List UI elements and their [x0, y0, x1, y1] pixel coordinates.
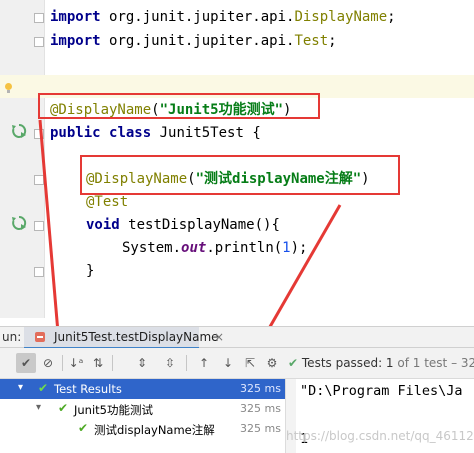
println-arg: 1 — [282, 240, 291, 256]
semicolon: ; — [387, 9, 396, 25]
previous-test-button[interactable]: ↑ — [194, 353, 214, 373]
test-results-tree[interactable]: ▾ ✔ Test Results 325 ms ▾ ✔ Junit5功能测试 3… — [0, 379, 286, 453]
chevron-down-icon[interactable]: ▾ — [18, 382, 23, 393]
status-prefix: Tests passed: — [301, 356, 386, 370]
close-brace: } — [86, 263, 95, 279]
show-passed-button[interactable]: ✔ — [16, 353, 36, 373]
toolbar-separator — [186, 355, 187, 371]
passed-icon: ✔ — [38, 381, 49, 395]
show-ignored-button[interactable]: ⊘ — [38, 353, 58, 373]
junit-icon — [34, 331, 46, 346]
intention-bulb-icon[interactable] — [4, 80, 13, 93]
passed-check-icon: ✔ — [288, 356, 299, 370]
keyword-void: void — [86, 217, 120, 233]
tree-label: Test Results — [54, 382, 122, 396]
gear-icon: ⚙ — [266, 356, 278, 370]
code-editor[interactable]: import org.junit.jupiter.api.DisplayName… — [0, 0, 474, 318]
close-tab-icon[interactable]: × — [214, 330, 224, 344]
sort-duration-icon: ⇅ — [92, 356, 104, 370]
arrow-down-icon: ↓ — [222, 356, 234, 370]
run-test-method-icon[interactable] — [11, 215, 27, 231]
toolbar-separator — [112, 355, 113, 371]
semicolon: ; — [328, 33, 337, 49]
expand-all-icon: ⇕ — [136, 356, 148, 370]
tree-duration: 325 ms — [240, 402, 281, 415]
highlight-box-method-annotation — [80, 155, 400, 195]
tree-duration: 325 ms — [240, 422, 281, 435]
tree-row-class[interactable]: ▾ ✔ Junit5功能测试 325 ms — [0, 399, 285, 419]
toolbar-separator — [62, 355, 63, 371]
code-line-test-annotation: @Test — [0, 190, 474, 213]
collapse-all-button[interactable]: ⇳ — [160, 353, 180, 373]
fold-marker[interactable] — [34, 175, 44, 185]
system-class: System. — [122, 240, 182, 256]
sort-alpha-icon: ↓ᵃ — [68, 356, 84, 370]
arrow-up-icon: ↑ — [198, 356, 210, 370]
chevron-down-icon[interactable]: ▾ — [36, 402, 41, 413]
method-signature: testDisplayName(){ — [128, 217, 280, 233]
code-line-method-decl: void testDisplayName(){ — [0, 213, 474, 236]
code-line-println: System.out.println(1); — [0, 236, 474, 259]
console-line: "D:\Program Files\Ja — [300, 383, 463, 399]
highlight-box-class-annotation — [38, 93, 320, 119]
sort-duration-button[interactable]: ⇅ — [88, 353, 108, 373]
println-call: .println( — [206, 240, 283, 256]
code-line-import-test: import org.junit.jupiter.api.Test; — [0, 29, 474, 52]
expand-all-button[interactable]: ⇕ — [132, 353, 152, 373]
run-tab-bar: un: Junit5Test.testDisplayName × — [0, 326, 474, 349]
run-label: un: — [2, 330, 22, 344]
code-line-import-displayname: import org.junit.jupiter.api.DisplayName… — [0, 5, 474, 28]
watermark: https://blog.csdn.net/qq_46112274 — [286, 429, 474, 443]
tree-label: 测试displayName注解 — [94, 423, 215, 437]
collapse-all-icon: ⇳ — [164, 356, 176, 370]
checkmark-icon: ✔ — [20, 356, 32, 370]
code-line-class-decl: public class Junit5Test { — [0, 121, 474, 144]
tree-duration: 325 ms — [240, 382, 281, 395]
fold-marker[interactable] — [34, 221, 44, 231]
test-status: ✔ Tests passed: 1 of 1 test – 32 — [288, 356, 474, 370]
out-field: out — [181, 240, 207, 256]
fold-marker[interactable] — [34, 129, 44, 139]
code-line-method-close: } — [0, 259, 474, 282]
settings-button[interactable]: ⚙ — [262, 353, 282, 373]
export-button[interactable]: ⇱ — [240, 353, 260, 373]
keyword-import: import — [50, 9, 101, 25]
passed-icon: ✔ — [58, 401, 69, 415]
fold-marker[interactable] — [34, 267, 44, 277]
sort-alpha-button[interactable]: ↓ᵃ — [66, 353, 86, 373]
tab-label: Junit5Test.testDisplayName — [54, 330, 219, 344]
tree-row-test-results[interactable]: ▾ ✔ Test Results 325 ms — [0, 379, 285, 399]
status-suffix: of 1 test – 32 — [393, 356, 474, 370]
import-package: org.junit.jupiter.api. — [109, 33, 295, 49]
import-class: Test — [294, 33, 329, 49]
tree-row-method[interactable]: ✔ 测试displayName注解 325 ms — [0, 419, 285, 439]
keyword-import: import — [50, 33, 101, 49]
status-count: 1 — [385, 356, 394, 370]
keyword-class: class — [109, 125, 152, 141]
run-test-class-icon[interactable] — [11, 123, 27, 139]
import-package: org.junit.jupiter.api. — [109, 9, 295, 25]
annotation-test: @Test — [86, 194, 129, 210]
tree-label: Junit5功能测试 — [74, 403, 153, 417]
next-test-button[interactable]: ↓ — [218, 353, 238, 373]
import-class: DisplayName — [294, 9, 388, 25]
test-runner-toolbar: ✔ ⊘ ↓ᵃ ⇅ ⇕ ⇳ ↑ ↓ ⇱ ⚙ ✔ Tests passed: 1 o… — [0, 348, 474, 379]
fold-marker[interactable] — [34, 37, 44, 47]
fold-marker[interactable] — [34, 13, 44, 23]
println-close: ); — [290, 240, 308, 256]
passed-icon: ✔ — [78, 421, 89, 435]
tab-run-config[interactable]: Junit5Test.testDisplayName — [24, 327, 219, 349]
ignored-icon: ⊘ — [42, 356, 54, 370]
export-icon: ⇱ — [244, 356, 256, 370]
class-name: Junit5Test { — [159, 125, 261, 141]
keyword-public: public — [50, 125, 101, 141]
